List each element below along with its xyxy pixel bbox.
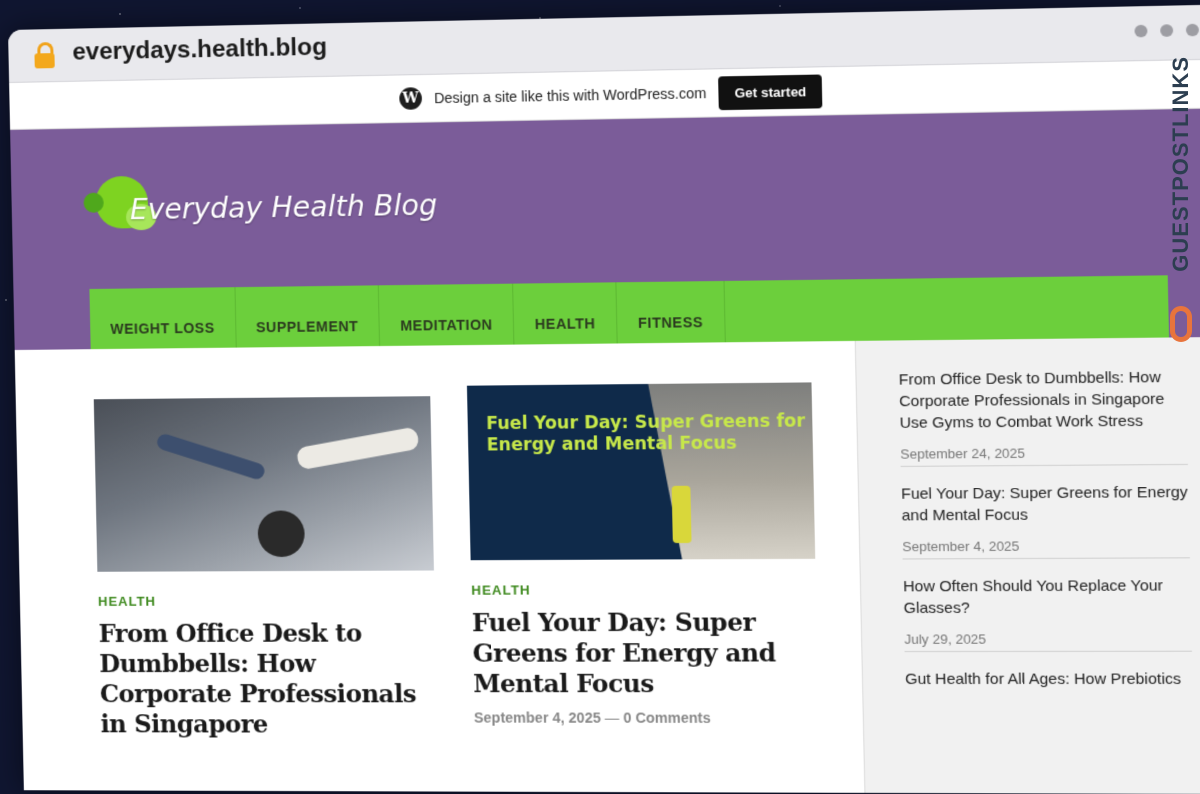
list-item: Fuel Your Day: Super Greens for Energy a… (901, 473, 1190, 567)
post-date[interactable]: September 4, 2025 (474, 709, 601, 725)
post-title[interactable]: From Office Desk to Dumbbells: How Corpo… (98, 618, 437, 740)
post-card: Fuel Your Day: Super Greens for Energy a… (466, 382, 819, 726)
browser-window: everydays.health.blog W Design a site li… (8, 4, 1200, 794)
main-content: HEALTH From Office Desk to Dumbbells: Ho… (14, 336, 1200, 794)
window-dot-icon[interactable] (1160, 24, 1174, 37)
wordpress-logo-icon[interactable]: W (399, 87, 423, 110)
recent-post-date: July 29, 2025 (904, 630, 1192, 653)
recent-post-link[interactable]: From Office Desk to Dumbbells: How Corpo… (898, 366, 1187, 434)
site-logo[interactable]: Everyday Health Blog (81, 164, 471, 241)
address-bar-url[interactable]: everydays.health.blog (72, 33, 327, 66)
post-meta: September 4, 2025 — 0 Comments (473, 709, 711, 726)
recent-post-date: September 24, 2025 (900, 444, 1188, 467)
list-item: How Often Should You Replace Your Glasse… (903, 567, 1192, 661)
recent-post-link[interactable]: How Often Should You Replace Your Glasse… (903, 575, 1191, 619)
sidebar: From Office Desk to Dumbbells: How Corpo… (854, 336, 1200, 794)
get-started-button[interactable]: Get started (718, 73, 823, 110)
recent-post-link[interactable]: Fuel Your Day: Super Greens for Energy a… (901, 482, 1189, 527)
link-icon (1170, 306, 1192, 342)
post-category[interactable]: HEALTH (98, 593, 435, 609)
site-header: Everyday Health Blog WEIGHT LOSS SUPPLEM… (10, 108, 1200, 370)
site-logo-text: Everyday Health Blog (129, 187, 438, 226)
recent-post-link[interactable]: Gut Health for All Ages: How Prebiotics (905, 668, 1193, 690)
post-comments[interactable]: 0 Comments (623, 710, 711, 726)
post-card: HEALTH From Office Desk to Dumbbells: Ho… (93, 396, 438, 740)
watermark-text: GUESTPOSTLINKS (1168, 56, 1193, 272)
window-dot-icon[interactable] (1185, 23, 1200, 37)
post-thumbnail[interactable] (93, 396, 434, 572)
post-thumbnail[interactable]: Fuel Your Day: Super Greens for Energy a… (466, 382, 816, 561)
guestpostlinks-watermark: GUESTPOSTLINKS (1164, 56, 1194, 356)
list-item: From Office Desk to Dumbbells: How Corpo… (898, 358, 1188, 475)
recent-post-date: September 4, 2025 (902, 537, 1190, 560)
list-item: Gut Health for All Ages: How Prebiotics (905, 660, 1193, 698)
post-title[interactable]: Fuel Your Day: Super Greens for Energy a… (472, 607, 819, 699)
thumbnail-caption: Fuel Your Day: Super Greens for Energy a… (486, 411, 806, 456)
wordpress-promo-text[interactable]: Design a site like this with WordPress.c… (434, 85, 707, 106)
lock-icon (34, 42, 55, 69)
window-controls (1134, 23, 1200, 38)
recent-posts-list: From Office Desk to Dumbbells: How Corpo… (898, 358, 1193, 698)
window-dot-icon[interactable] (1134, 24, 1148, 38)
post-category[interactable]: HEALTH (471, 581, 816, 597)
